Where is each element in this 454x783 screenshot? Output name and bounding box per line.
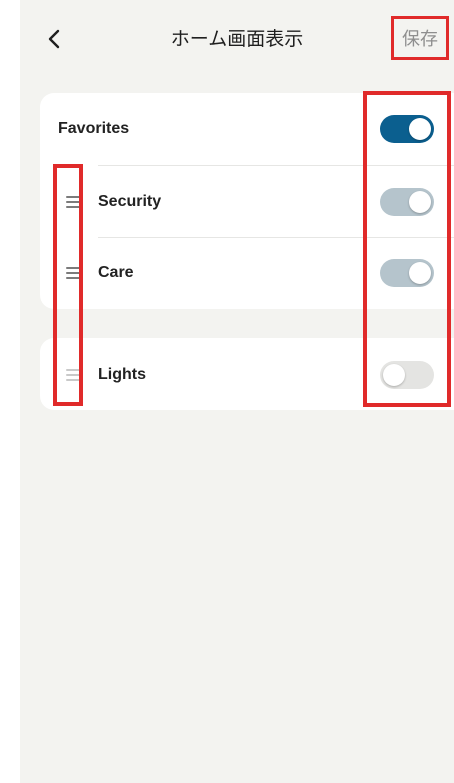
page-title: ホーム画面表示 (170, 28, 304, 50)
section-label-lights: Lights (98, 366, 146, 383)
drag-handle-icon[interactable] (66, 369, 82, 381)
favorites-label: Favorites (58, 120, 130, 137)
toggle-knob (409, 118, 431, 140)
care-toggle[interactable] (380, 259, 434, 287)
section-label-security: Security (98, 193, 162, 210)
toggle-knob (409, 191, 431, 213)
toggle-knob (409, 262, 431, 284)
security-toggle[interactable] (380, 188, 434, 216)
save-button-label: 保存 (402, 29, 438, 50)
drag-handle-icon[interactable] (66, 196, 82, 208)
nav-header: ホーム画面表示 保存 (20, 0, 454, 80)
favorites-toggle[interactable] (380, 115, 434, 143)
list-item-security: Security (40, 166, 454, 238)
list-item-lights: Lights (40, 338, 454, 410)
toggle-knob (383, 364, 405, 386)
section-label-care: Care (98, 264, 134, 281)
other-sections-card: Lights (40, 338, 454, 410)
list-item-care: Care (40, 238, 454, 310)
lights-toggle[interactable] (380, 361, 434, 389)
favorites-card: Favorites Security Care (40, 93, 454, 309)
favorites-row: Favorites (40, 93, 454, 165)
home-display-settings-screen: ホーム画面表示 保存 Favorites Security Care Light… (20, 0, 454, 783)
drag-handle-icon[interactable] (66, 267, 82, 279)
save-button[interactable]: 保存 (391, 16, 449, 60)
